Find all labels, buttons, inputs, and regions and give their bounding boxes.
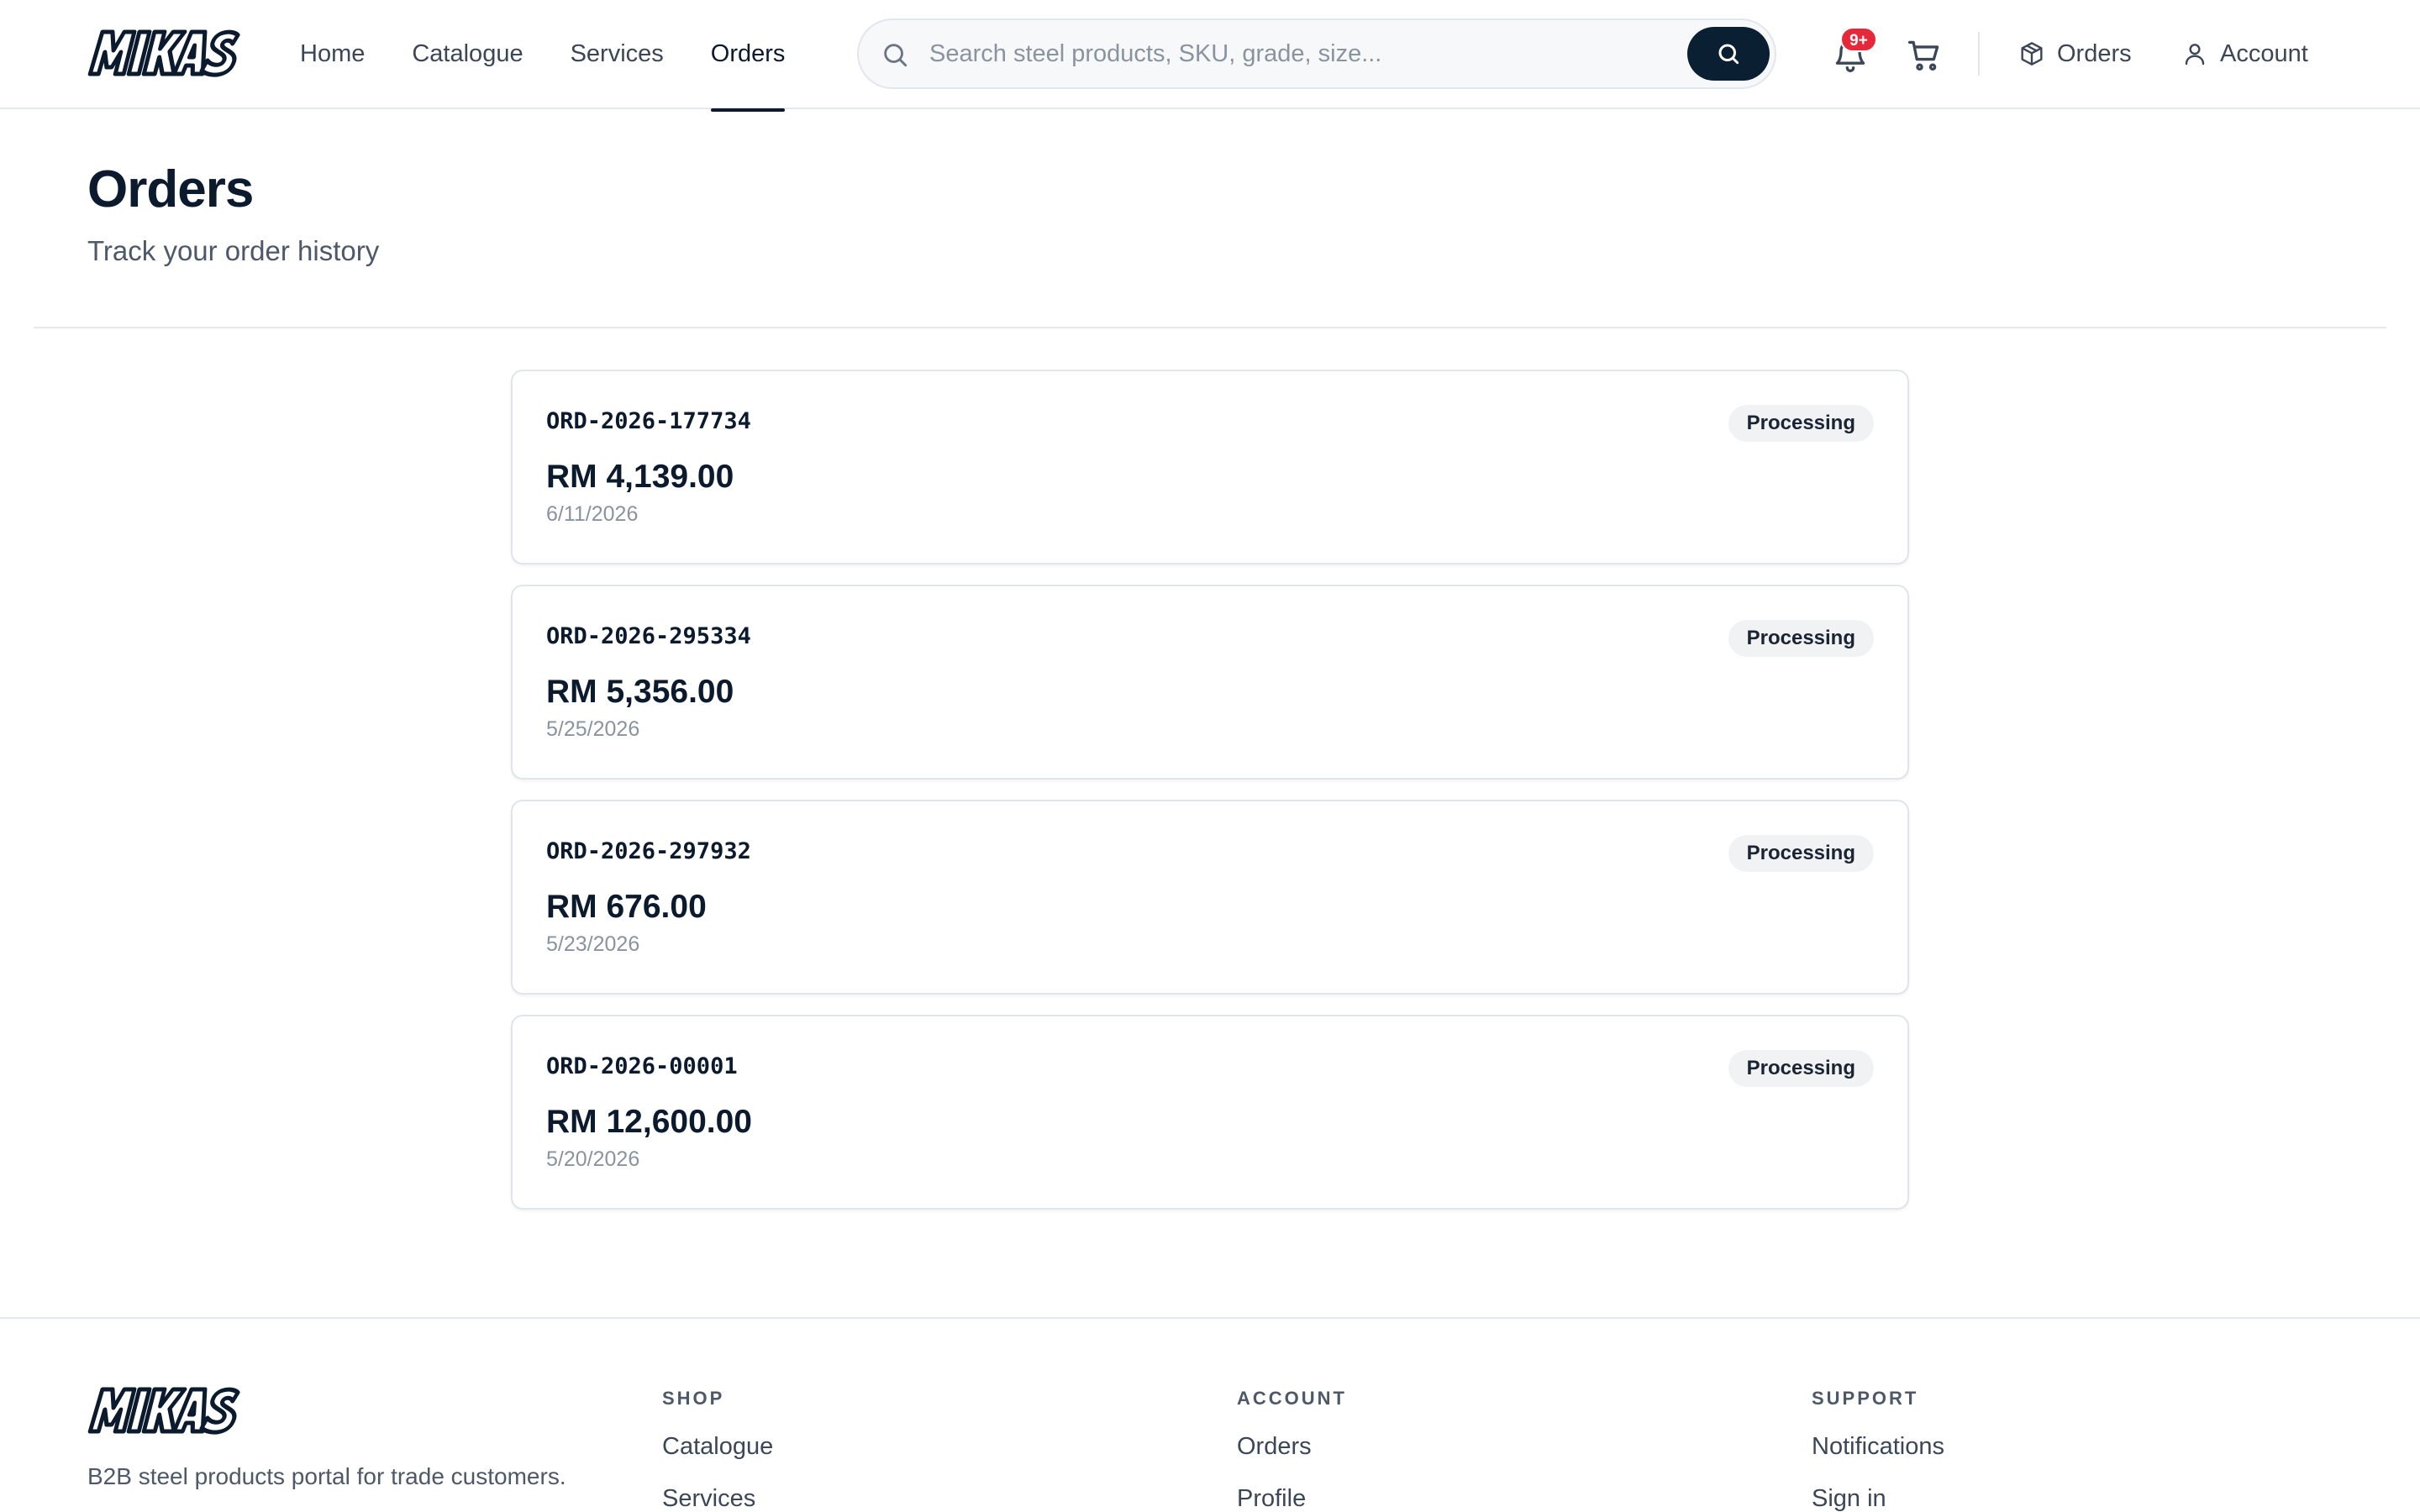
search-icon <box>884 44 908 67</box>
status-badge: Processing <box>1728 620 1874 657</box>
header-account-label: Account <box>2220 39 2308 67</box>
footer-link-notifications[interactable]: Notifications <box>1812 1433 1944 1460</box>
nav-item-orders[interactable]: Orders <box>710 0 785 112</box>
cart-icon[interactable] <box>1906 37 1943 74</box>
title-divider <box>34 327 2386 328</box>
main-nav: Home Catalogue Services Orders <box>300 0 832 112</box>
footer-link-sign-in[interactable]: Sign in <box>1812 1485 1944 1512</box>
footer-link-services[interactable]: Services <box>662 1485 773 1512</box>
order-date: 5/23/2026 <box>546 932 640 956</box>
nav-item-services[interactable]: Services <box>571 0 664 109</box>
header-divider <box>1978 32 1980 76</box>
order-date: 5/25/2026 <box>546 717 640 741</box>
nav-item-home[interactable]: Home <box>300 0 365 109</box>
mikas-logo-icon <box>87 29 240 77</box>
footer-tagline: B2B steel products portal for trade cust… <box>87 1463 566 1489</box>
search-button[interactable] <box>1687 27 1770 81</box>
footer-link-orders[interactable]: Orders <box>1237 1433 1347 1460</box>
header-orders-link[interactable]: Orders <box>2018 34 2132 74</box>
footer-link-profile[interactable]: Profile <box>1237 1485 1347 1512</box>
order-card[interactable]: ORD-2026-177734 RM 4,139.00 6/11/2026 Pr… <box>511 370 1909 564</box>
box-icon <box>2021 42 2043 66</box>
order-amount: RM 676.00 <box>546 889 707 925</box>
footer-heading: SUPPORT <box>1812 1388 1919 1409</box>
brand-logo[interactable] <box>87 24 240 82</box>
footer-heading: SHOP <box>662 1388 725 1409</box>
order-id: ORD-2026-295334 <box>546 623 751 649</box>
status-badge: Processing <box>1728 835 1874 872</box>
order-date: 6/11/2026 <box>546 502 639 526</box>
nav-item-catalogue[interactable]: Catalogue <box>412 0 523 109</box>
status-badge: Processing <box>1728 405 1874 442</box>
order-card[interactable]: ORD-2026-297932 RM 676.00 5/23/2026 Proc… <box>511 800 1909 995</box>
page-subtitle: Track your order history <box>87 235 380 266</box>
order-id: ORD-2026-297932 <box>546 838 751 864</box>
order-card[interactable]: ORD-2026-295334 RM 5,356.00 5/25/2026 Pr… <box>511 585 1909 780</box>
site-header: Home Catalogue Services Orders 9+ Orders <box>0 0 2420 112</box>
footer-column-account: ACCOUNT Orders Profile <box>1237 1388 1347 1512</box>
search-bar <box>857 18 1776 89</box>
order-amount: RM 4,139.00 <box>546 459 734 495</box>
order-id: ORD-2026-00001 <box>546 1053 738 1079</box>
order-card[interactable]: ORD-2026-00001 RM 12,600.00 5/20/2026 Pr… <box>511 1015 1909 1210</box>
footer-column-support: SUPPORT Notifications Sign in <box>1812 1388 1944 1512</box>
footer-divider <box>0 1317 2420 1319</box>
status-badge: Processing <box>1728 1050 1874 1087</box>
footer-logo[interactable] <box>87 1381 240 1440</box>
search-input[interactable] <box>929 32 1686 76</box>
footer-link-catalogue[interactable]: Catalogue <box>662 1433 773 1460</box>
footer-heading: ACCOUNT <box>1237 1388 1347 1409</box>
header-account-link[interactable]: Account <box>2181 34 2308 74</box>
user-icon <box>2185 44 2205 66</box>
page-title: Orders <box>87 160 254 218</box>
order-amount: RM 5,356.00 <box>546 674 734 710</box>
search-submit-icon <box>1718 44 1739 65</box>
notifications-badge: 9+ <box>1840 27 1877 52</box>
order-date: 5/20/2026 <box>546 1147 640 1171</box>
mikas-logo-icon <box>87 1387 240 1435</box>
footer-column-shop: SHOP Catalogue Services <box>662 1388 773 1512</box>
header-orders-label: Orders <box>2057 39 2132 67</box>
order-id: ORD-2026-177734 <box>546 408 751 434</box>
order-amount: RM 12,600.00 <box>546 1104 752 1140</box>
